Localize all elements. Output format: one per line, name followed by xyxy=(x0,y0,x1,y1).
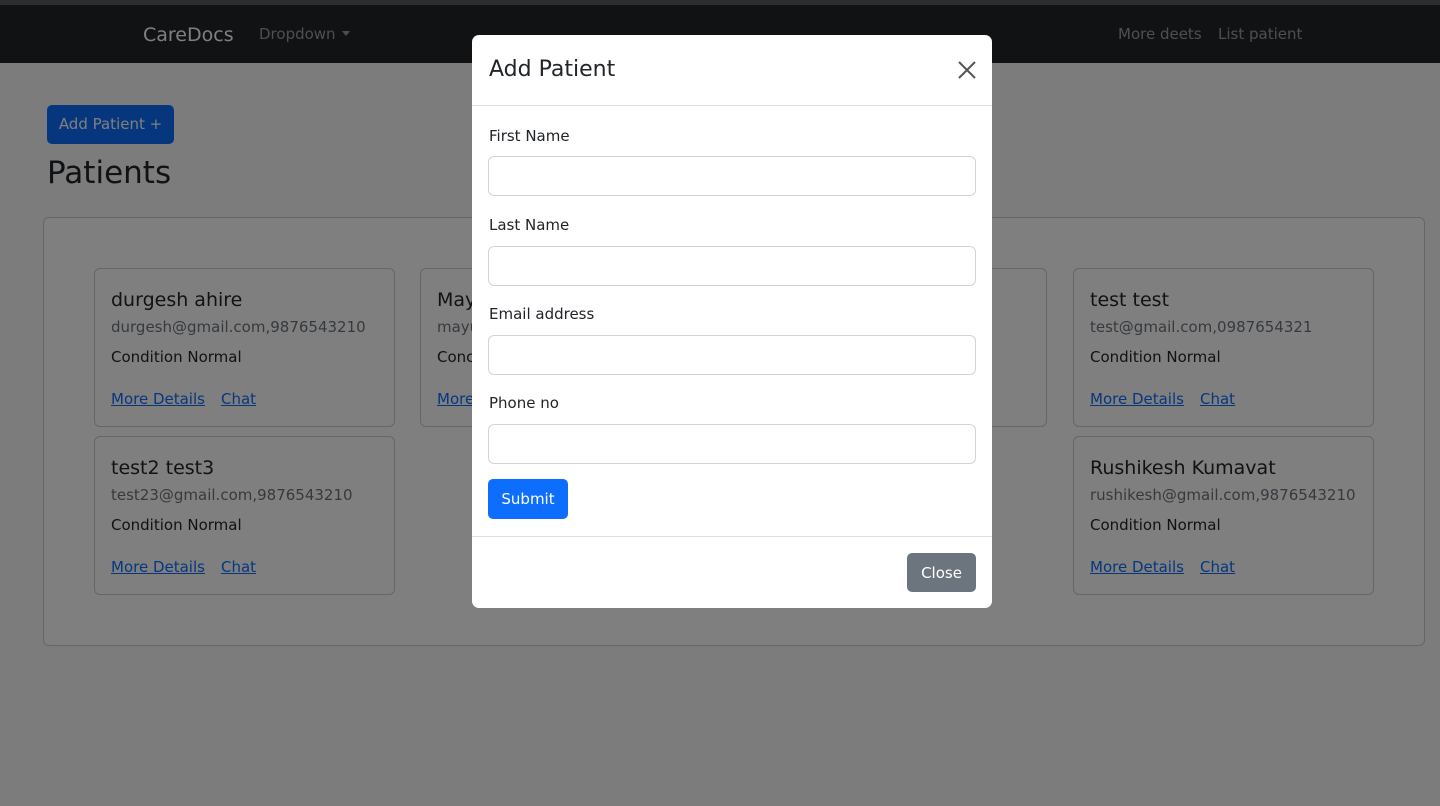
close-button[interactable]: Close xyxy=(907,553,976,592)
last-name-label: Last Name xyxy=(489,216,570,234)
last-name-input[interactable] xyxy=(488,246,976,286)
modal-header: Add Patient xyxy=(472,35,992,106)
phone-input[interactable] xyxy=(488,424,976,464)
phone-label: Phone no xyxy=(489,394,559,412)
modal-footer-divider xyxy=(472,536,992,537)
email-input[interactable] xyxy=(488,335,976,375)
first-name-input[interactable] xyxy=(488,156,976,196)
first-name-label: First Name xyxy=(489,127,570,145)
email-label: Email address xyxy=(489,305,595,323)
close-icon[interactable] xyxy=(956,59,978,81)
submit-button[interactable]: Submit xyxy=(488,479,568,519)
add-patient-modal: Add Patient First Name Last Name Email a… xyxy=(472,35,992,608)
modal-title: Add Patient xyxy=(489,57,616,82)
